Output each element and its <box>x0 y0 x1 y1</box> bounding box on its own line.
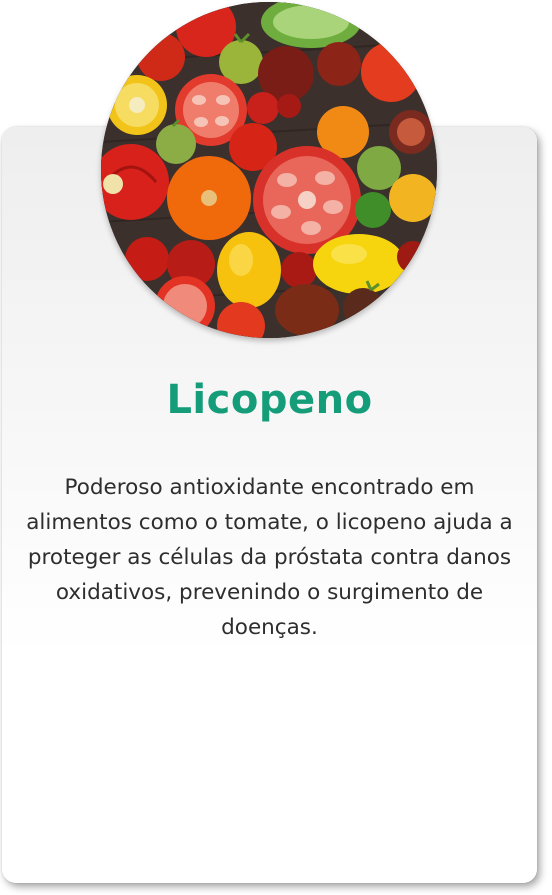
card-title: Licopeno <box>166 377 373 423</box>
card-description: Poderoso antioxidante encontrado em alim… <box>26 475 513 640</box>
tomatoes-image <box>101 2 437 338</box>
